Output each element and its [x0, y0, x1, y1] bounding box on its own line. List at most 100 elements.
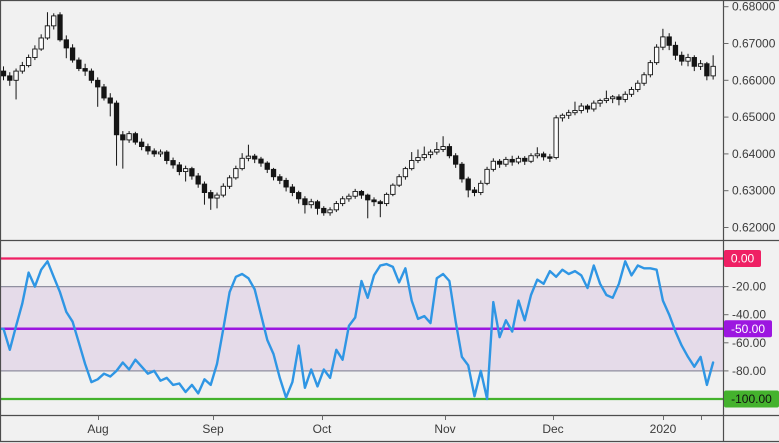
- candle: [604, 99, 608, 101]
- candle: [158, 152, 162, 154]
- wr-tick-label: -40.00: [732, 308, 766, 322]
- candle: [190, 169, 194, 176]
- wr-level-badge-label: -50.00: [731, 322, 765, 336]
- candle: [296, 193, 300, 199]
- candle: [246, 156, 250, 158]
- candle: [1, 71, 5, 76]
- candle: [529, 156, 533, 162]
- wr-tick-label: -80.00: [732, 364, 766, 378]
- candle: [340, 199, 344, 204]
- candle: [416, 158, 420, 161]
- candle: [171, 161, 175, 165]
- chart-canvas: 0.680000.670000.660000.650000.640000.630…: [0, 0, 779, 443]
- candle: [114, 103, 118, 135]
- candle: [102, 87, 106, 98]
- candle: [271, 169, 275, 176]
- candle: [428, 152, 432, 155]
- candle: [397, 177, 401, 185]
- candle: [667, 37, 671, 45]
- candle: [64, 40, 68, 48]
- candle: [347, 196, 351, 199]
- candle: [579, 106, 583, 110]
- candle: [309, 202, 313, 205]
- chart-window: 0.680000.670000.660000.650000.640000.630…: [0, 0, 779, 443]
- candle: [686, 57, 690, 61]
- candle: [20, 66, 24, 72]
- price-pane[interactable]: [0, 0, 723, 240]
- candle: [541, 154, 545, 157]
- candle: [353, 191, 357, 196]
- candle: [460, 164, 464, 179]
- candle: [366, 195, 370, 200]
- candle: [523, 158, 527, 161]
- candle: [592, 103, 596, 109]
- wr-level-badge-label: 0.00: [731, 252, 755, 266]
- candle: [372, 200, 376, 202]
- candle: [284, 180, 288, 187]
- candle: [334, 204, 338, 210]
- candle: [14, 71, 18, 80]
- candle: [705, 64, 709, 76]
- candle: [152, 151, 156, 154]
- candle: [96, 80, 100, 87]
- candle: [698, 64, 702, 67]
- candle: [139, 142, 143, 146]
- candle: [253, 156, 257, 159]
- candle: [422, 155, 426, 158]
- candle: [510, 159, 514, 162]
- candle: [227, 178, 231, 186]
- candle: [8, 76, 12, 80]
- candle: [673, 45, 677, 55]
- candle: [642, 75, 646, 83]
- candle: [573, 110, 577, 112]
- candle: [70, 48, 74, 60]
- candle: [146, 147, 150, 151]
- candle: [391, 185, 395, 194]
- candle: [654, 47, 658, 62]
- candle: [359, 191, 363, 195]
- candle: [497, 161, 501, 164]
- candle: [560, 115, 564, 118]
- price-tick-label: 0.67000: [732, 37, 776, 51]
- candle: [636, 83, 640, 89]
- candle: [45, 26, 49, 38]
- candle: [403, 169, 407, 177]
- candle: [240, 158, 244, 168]
- candle: [692, 57, 696, 66]
- price-tick-label: 0.64000: [732, 147, 776, 161]
- candle: [410, 161, 414, 169]
- candle: [629, 90, 633, 95]
- candle: [108, 98, 112, 103]
- price-tick-label: 0.62000: [732, 221, 776, 235]
- candle: [177, 165, 181, 172]
- price-tick-label: 0.63000: [732, 184, 776, 198]
- price-axis[interactable]: [724, 0, 779, 415]
- candle: [435, 149, 439, 152]
- candle: [33, 49, 37, 57]
- candle: [485, 169, 489, 183]
- candle: [315, 202, 319, 209]
- candle: [77, 60, 81, 68]
- price-tick-label: 0.68000: [732, 0, 776, 14]
- candle: [384, 194, 388, 203]
- candle: [711, 66, 715, 76]
- candle: [441, 147, 445, 150]
- candle: [265, 163, 269, 169]
- candle: [209, 193, 213, 199]
- candle: [504, 159, 508, 164]
- candle: [26, 57, 30, 65]
- candle: [453, 156, 457, 164]
- candle: [121, 135, 125, 140]
- candle: [89, 71, 93, 80]
- candle: [516, 158, 520, 162]
- candle: [598, 101, 602, 104]
- wr-tick-label: -20.00: [732, 280, 766, 294]
- time-label: Oct: [313, 422, 332, 436]
- candle: [378, 202, 382, 204]
- price-tick-label: 0.65000: [732, 110, 776, 124]
- wr-tick-label: -60.00: [732, 336, 766, 350]
- candle: [479, 183, 483, 192]
- candle: [554, 118, 558, 158]
- candle: [585, 106, 589, 109]
- candle: [322, 208, 326, 212]
